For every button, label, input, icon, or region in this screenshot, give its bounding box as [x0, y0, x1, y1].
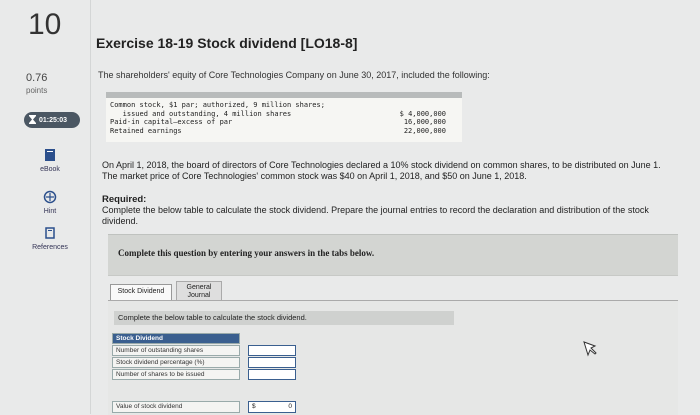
sidebar-divider — [90, 0, 91, 414]
value-amount: 0 — [288, 403, 292, 410]
equity-amount — [400, 101, 446, 110]
exercise-intro: The shareholders' equity of Core Technol… — [98, 70, 490, 80]
tab-general-journal[interactable]: General Journal — [176, 281, 222, 301]
table-row: Stock dividend percentage (%) — [112, 357, 296, 368]
table-header: Stock Dividend — [112, 333, 240, 344]
question-number: 10 — [28, 8, 62, 41]
equity-amount: 22,000,000 — [403, 126, 446, 135]
value-row: Value of stock dividend $ 0 — [112, 401, 296, 413]
exercise-title: Exercise 18-19 Stock dividend [LO18-8] — [96, 35, 358, 51]
tab-stock-dividend[interactable]: Stock Dividend — [110, 284, 172, 300]
equity-amount: 16,000,000 — [403, 118, 446, 126]
panel-instruction: Complete the below table to calculate th… — [114, 311, 454, 325]
hint-label: Hint — [43, 208, 57, 215]
dividend-percentage-input[interactable] — [248, 357, 296, 368]
mouse-cursor-icon — [583, 341, 597, 362]
stock-dividend-value-input[interactable]: $ 0 — [248, 401, 296, 413]
equity-labels: Common stock, $1 par; authorized, 9 mill… — [110, 101, 325, 135]
equity-line: Common stock, $1 par; authorized, 9 mill… — [110, 101, 325, 109]
ebook-tool[interactable]: eBook — [30, 148, 70, 173]
points-label: points — [26, 86, 48, 95]
tab-label-line2: Journal — [187, 292, 211, 299]
equity-line: Retained earnings — [110, 126, 182, 135]
hourglass-icon — [29, 114, 36, 126]
equity-header-bar — [106, 92, 462, 98]
row-label: Stock dividend percentage (%) — [112, 357, 240, 368]
required-text: Complete the below table to calculate th… — [102, 205, 649, 226]
timer: 01:25:03 — [24, 112, 80, 128]
exercise-paragraph: On April 1, 2018, the board of directors… — [102, 160, 661, 181]
shares-issued-input[interactable] — [248, 369, 296, 380]
references-label: References — [32, 244, 68, 251]
equity-line: issued and outstanding, 4 million shares — [110, 109, 292, 118]
row-label: Number of outstanding shares — [112, 345, 240, 356]
hint-icon — [30, 190, 70, 206]
stock-dividend-table: Stock Dividend Number of outstanding sha… — [112, 333, 296, 381]
equity-amounts: $ 4,000,000 16,000,000 22,000,000 — [400, 101, 446, 135]
hint-tool[interactable]: Hint — [30, 190, 70, 215]
ebook-icon — [30, 148, 70, 164]
ebook-label: eBook — [40, 166, 60, 173]
answer-banner: Complete this question by entering your … — [108, 234, 678, 276]
outstanding-shares-input[interactable] — [248, 345, 296, 356]
tab-label-line1: General — [186, 284, 212, 291]
value-label: Value of stock dividend — [112, 401, 240, 413]
table-row: Number of outstanding shares — [112, 345, 296, 356]
banner-text: Complete this question by entering your … — [118, 248, 375, 258]
equity-amount: $ 4,000,000 — [399, 109, 446, 118]
points-value: 0.76 — [26, 72, 48, 84]
currency-symbol: $ — [252, 403, 256, 410]
references-icon — [30, 226, 70, 242]
references-tool[interactable]: References — [30, 226, 70, 251]
required-title: Required: — [102, 194, 147, 205]
table-row: Number of shares to be issued — [112, 369, 296, 380]
required-section: Required: Complete the below table to ca… — [102, 194, 670, 227]
equity-line: Paid-in capital—excess of par — [110, 118, 233, 126]
header-spacer — [248, 333, 296, 344]
timer-value: 01:25:03 — [39, 116, 68, 124]
table-header-row: Stock Dividend — [112, 333, 296, 344]
equity-statement: Common stock, $1 par; authorized, 9 mill… — [106, 92, 462, 142]
row-label: Number of shares to be issued — [112, 369, 240, 380]
